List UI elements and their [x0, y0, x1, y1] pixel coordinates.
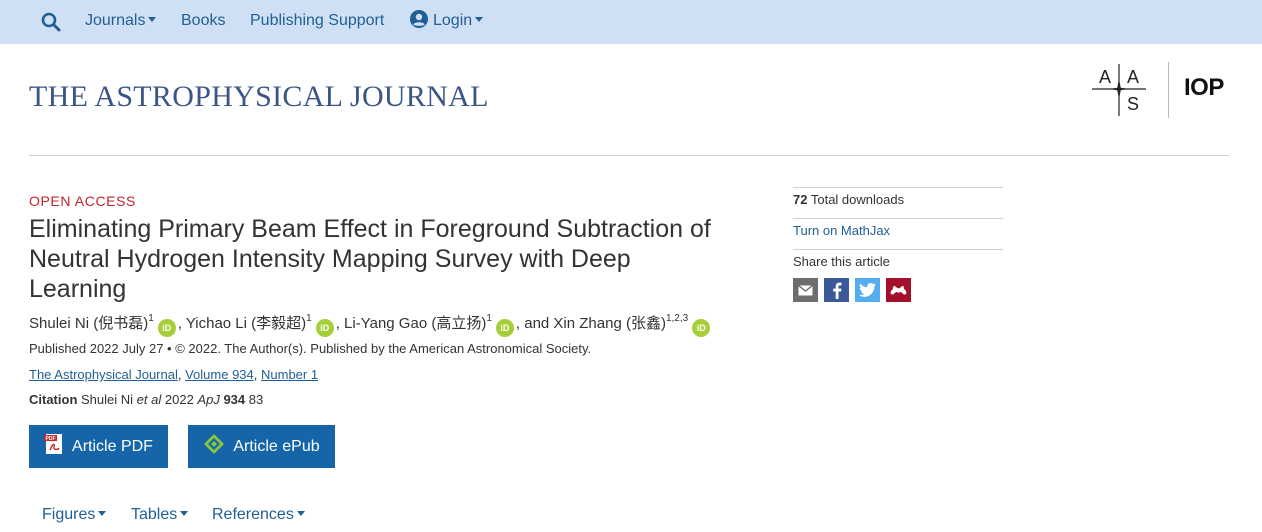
citation-volume: 934 [223, 392, 246, 407]
author-separator: , and [515, 315, 554, 332]
citation-etal: et al [136, 392, 162, 407]
citation-journal: ApJ [197, 392, 220, 407]
open-access-label: OPEN ACCESS [29, 193, 136, 209]
article-pdf-label: Article PDF [72, 437, 153, 455]
journal-issue-links: The Astrophysical Journal, Volume 934, N… [29, 367, 318, 382]
pdf-icon: PDF [44, 433, 64, 460]
citation-author: Shulei Ni [81, 392, 134, 407]
issue-link[interactable]: Number 1 [261, 367, 318, 382]
figures-menu[interactable]: Figures [42, 506, 107, 524]
author-name[interactable]: Xin Zhang (张鑫) [553, 315, 666, 332]
mathjax-toggle[interactable]: Turn on MathJax [793, 223, 890, 238]
svg-text:PDF: PDF [46, 436, 56, 442]
chevron-down-icon [180, 511, 189, 516]
login-label: Login [433, 12, 473, 29]
epub-icon [203, 433, 225, 460]
top-navigation: Journals Books Publishing Support Login [0, 0, 1262, 44]
header-divider [29, 155, 1229, 156]
article-title: Eliminating Primary Beam Effect in Foreg… [29, 215, 711, 303]
author-separator: , [177, 315, 186, 332]
author-name[interactable]: Li-Yang Gao (高立扬) [344, 315, 486, 332]
author-name[interactable]: Shulei Ni (倪书磊) [29, 315, 148, 332]
total-downloads: 72 Total downloads [793, 192, 904, 207]
author-name[interactable]: Yichao Li (李毅超) [186, 315, 306, 332]
tables-label: Tables [131, 506, 178, 523]
figures-label: Figures [42, 506, 96, 523]
publication-info: Published 2022 July 27 • © 2022. The Aut… [29, 341, 592, 356]
chevron-down-icon [98, 511, 107, 516]
login-menu[interactable]: Login [410, 0, 484, 44]
link-separator: , [253, 367, 261, 382]
journals-label: Journals [85, 12, 146, 29]
orcid-icon[interactable]: iD [495, 319, 514, 337]
citation-label: Citation [29, 392, 78, 407]
sidebar-divider [793, 187, 1003, 188]
article-epub-label: Article ePub [233, 437, 320, 455]
downloads-count: 72 [793, 192, 808, 207]
chevron-down-icon [296, 511, 305, 516]
books-link[interactable]: Books [181, 0, 225, 44]
orcid-icon[interactable]: iD [692, 319, 711, 337]
author-affiliation[interactable]: 1 [486, 313, 492, 324]
chevron-down-icon [148, 17, 157, 22]
references-menu[interactable]: References [212, 506, 305, 524]
journals-menu[interactable]: Journals [85, 0, 157, 44]
twitter-icon[interactable] [855, 278, 880, 302]
facebook-icon[interactable] [824, 278, 849, 302]
citation: Citation Shulei Ni et al 2022 ApJ 934 83 [29, 392, 263, 407]
chevron-down-icon [475, 17, 484, 22]
email-icon[interactable] [793, 278, 818, 302]
author-affiliation[interactable]: 1,2,3 [666, 313, 688, 324]
link-separator: , [177, 367, 186, 382]
article-pdf-button[interactable]: PDF Article PDF [29, 425, 168, 468]
svg-text:S: S [1127, 94, 1139, 114]
share-label: Share this article [793, 254, 890, 269]
svg-text:A: A [1127, 67, 1139, 87]
downloads-label: Total downloads [810, 192, 905, 207]
orcid-icon[interactable]: iD [315, 319, 334, 337]
publishing-support-link[interactable]: Publishing Support [250, 0, 384, 44]
tables-menu[interactable]: Tables [131, 506, 189, 524]
aas-logo[interactable]: A A S [1090, 62, 1148, 118]
sidebar-divider [793, 218, 1003, 219]
citation-year: 2022 [164, 392, 194, 407]
orcid-icon[interactable]: iD [157, 319, 176, 337]
logo-divider [1168, 62, 1169, 118]
article-epub-button[interactable]: Article ePub [188, 425, 335, 468]
search-icon[interactable] [40, 11, 62, 33]
journal-link[interactable]: The Astrophysical Journal [29, 367, 178, 382]
mendeley-icon[interactable] [886, 278, 911, 302]
author-affiliation[interactable]: 1 [306, 313, 312, 324]
user-icon [410, 3, 428, 28]
sidebar-divider [793, 249, 1003, 250]
references-label: References [212, 506, 294, 523]
iop-logo[interactable]: IOP [1184, 74, 1224, 102]
citation-page: 83 [248, 392, 264, 407]
author-affiliation[interactable]: 1 [148, 313, 154, 324]
volume-link[interactable]: Volume 934 [185, 367, 254, 382]
journal-title[interactable]: THE ASTROPHYSICAL JOURNAL [29, 80, 489, 114]
svg-text:A: A [1099, 67, 1111, 87]
author-separator: , [335, 315, 345, 332]
author-list: Shulei Ni (倪书磊)1iD, Yichao Li (李毅超)1iD, … [29, 312, 712, 337]
